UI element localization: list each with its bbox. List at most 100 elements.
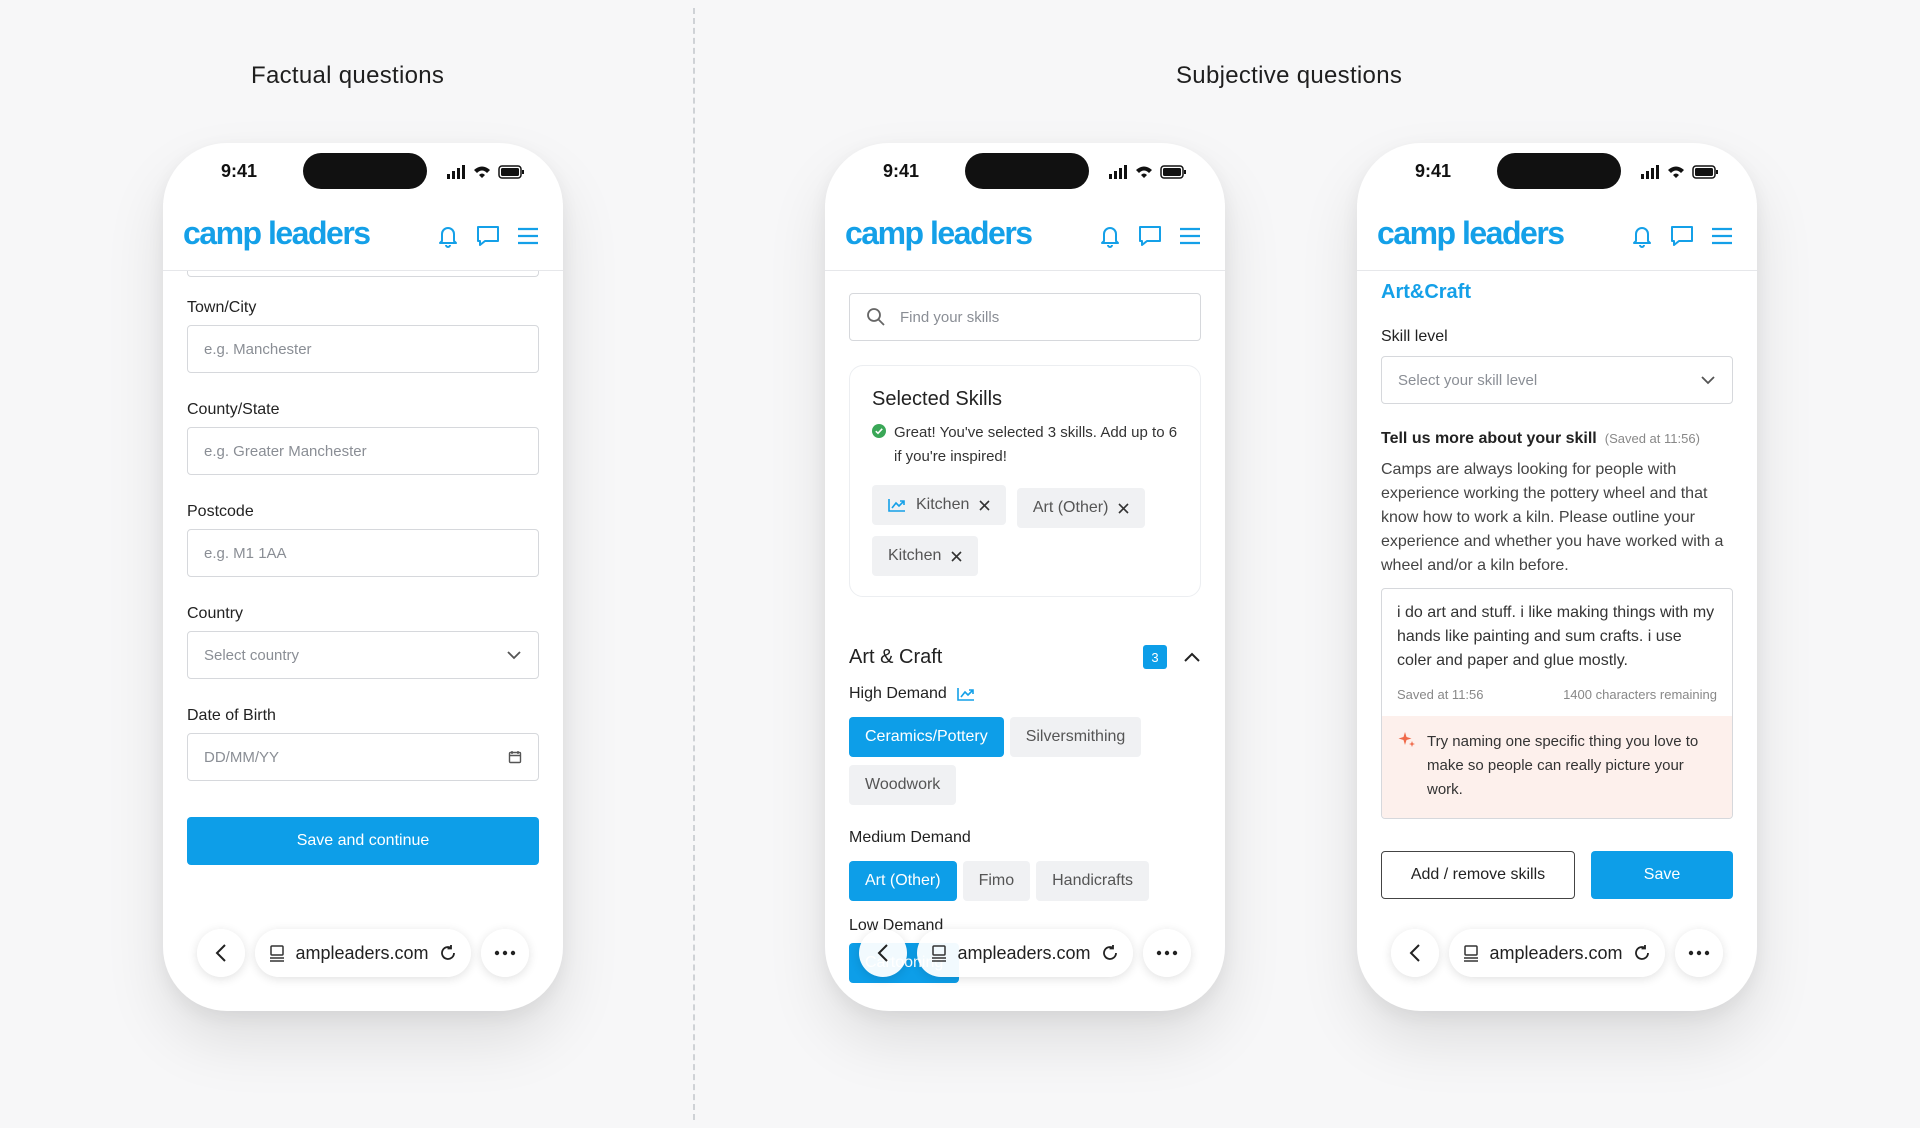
close-icon[interactable] xyxy=(951,550,962,562)
close-icon[interactable] xyxy=(1118,502,1129,514)
skill-prompt: Camps are always looking for people with… xyxy=(1381,461,1724,574)
county-input[interactable]: e.g. Greater Manchester xyxy=(187,427,539,475)
postcode-label: Postcode xyxy=(187,503,254,520)
menu-icon[interactable] xyxy=(515,223,541,249)
url-bar[interactable]: ampleaders.com xyxy=(917,929,1133,977)
dob-label: Date of Birth xyxy=(187,707,276,724)
category-title: Art & Craft xyxy=(849,645,943,668)
chat-icon[interactable] xyxy=(1669,223,1695,249)
saved-at-text: Saved at 11:56 xyxy=(1397,687,1484,702)
browser-toolbar: ampleaders.com xyxy=(197,929,529,977)
more-button[interactable] xyxy=(1143,929,1191,977)
more-icon xyxy=(1688,950,1710,956)
menu-icon[interactable] xyxy=(1177,223,1203,249)
high-demand-label: High Demand xyxy=(849,685,947,702)
chevron-left-icon xyxy=(215,944,226,962)
camp-leaders-logo[interactable]: camp leaders xyxy=(183,215,371,252)
trend-icon xyxy=(888,499,905,512)
url-text: ampleaders.com xyxy=(1489,942,1623,963)
status-bar: 9:41 xyxy=(825,143,1225,203)
search-icon xyxy=(867,308,885,326)
more-icon xyxy=(1156,950,1178,956)
status-time: 9:41 xyxy=(1415,161,1452,181)
phone-skill-detail: 9:41 camp leaders Art&Craft Skill level … xyxy=(1357,143,1757,1011)
skill-chip-woodwork[interactable]: Woodwork xyxy=(849,765,957,805)
save-continue-button[interactable]: Save and continue xyxy=(187,817,539,865)
selected-skills-title: Selected Skills xyxy=(872,388,1003,410)
page-icon xyxy=(932,945,947,962)
previous-field-edge xyxy=(187,271,539,277)
url-text: ampleaders.com xyxy=(957,942,1091,963)
status-time: 9:41 xyxy=(221,161,258,181)
selected-chip[interactable]: Kitchen xyxy=(872,485,1007,525)
bell-icon[interactable] xyxy=(1097,223,1123,249)
country-label: Country xyxy=(187,605,244,622)
status-icons xyxy=(1109,165,1186,179)
back-button[interactable] xyxy=(1391,929,1439,977)
skill-chip-handicrafts[interactable]: Handicrafts xyxy=(1036,861,1150,901)
tip-text: Try naming one specific thing you love t… xyxy=(1427,733,1699,798)
calendar-icon[interactable] xyxy=(508,750,522,764)
browser-toolbar: ampleaders.com xyxy=(859,929,1191,977)
phone-factual: 9:41 camp leaders Town/City e.g. Manches… xyxy=(163,143,563,1011)
skill-chip-silversmithing[interactable]: Silversmithing xyxy=(1009,717,1142,757)
back-button[interactable] xyxy=(859,929,907,977)
dynamic-island xyxy=(303,153,427,189)
skill-chip-ceramics[interactable]: Ceramics/Pottery xyxy=(849,717,1004,757)
chevron-left-icon xyxy=(1409,944,1420,962)
skills-content: Find your skills Selected Skills Great! … xyxy=(825,271,1225,1011)
answer-box: i do art and stuff. i like making things… xyxy=(1381,588,1733,819)
bell-icon[interactable] xyxy=(1629,223,1655,249)
country-select[interactable]: Select country xyxy=(187,631,539,679)
reload-icon[interactable] xyxy=(1633,944,1651,962)
dob-input[interactable]: DD/MM/YY xyxy=(187,733,539,781)
save-button[interactable]: Save xyxy=(1591,851,1733,899)
status-bar: 9:41 xyxy=(1357,143,1757,203)
county-label: County/State xyxy=(187,401,280,418)
skill-detail-content: Art&Craft Skill level Select your skill … xyxy=(1357,271,1757,1011)
skill-level-select[interactable]: Select your skill level xyxy=(1381,356,1733,404)
close-icon[interactable] xyxy=(979,499,990,511)
category-count-badge: 3 xyxy=(1143,645,1167,669)
postcode-input[interactable]: e.g. M1 1AA xyxy=(187,529,539,577)
reload-icon[interactable] xyxy=(439,944,457,962)
skill-level-label: Skill level xyxy=(1381,328,1448,345)
skill-chip-art-other[interactable]: Art (Other) xyxy=(849,861,957,901)
skills-search-input[interactable]: Find your skills xyxy=(849,293,1201,341)
url-bar[interactable]: ampleaders.com xyxy=(1449,929,1665,977)
section-title-factual: Factual questions xyxy=(251,62,445,89)
selected-skills-card: Selected Skills Great! You've selected 3… xyxy=(849,365,1201,597)
more-button[interactable] xyxy=(481,929,529,977)
menu-icon[interactable] xyxy=(1709,223,1735,249)
chat-icon[interactable] xyxy=(475,223,501,249)
chat-icon[interactable] xyxy=(1137,223,1163,249)
camp-leaders-logo[interactable]: camp leaders xyxy=(1377,215,1565,252)
bell-icon[interactable] xyxy=(435,223,461,249)
add-remove-skills-button[interactable]: Add / remove skills xyxy=(1381,851,1575,899)
answer-textarea[interactable]: i do art and stuff. i like making things… xyxy=(1382,589,1732,673)
camp-leaders-logo[interactable]: camp leaders xyxy=(845,215,1033,252)
selected-skills-message: Great! You've selected 3 skills. Add up … xyxy=(894,424,1178,465)
skill-chip-fimo[interactable]: Fimo xyxy=(962,861,1031,901)
more-icon xyxy=(494,950,516,956)
back-button[interactable] xyxy=(197,929,245,977)
page-icon xyxy=(270,945,285,962)
app-header: camp leaders xyxy=(825,203,1225,271)
url-bar[interactable]: ampleaders.com xyxy=(255,929,471,977)
url-text: ampleaders.com xyxy=(295,942,429,963)
ai-tip: Try naming one specific thing you love t… xyxy=(1382,716,1732,818)
status-icons xyxy=(447,165,524,179)
medium-demand-chips: Art (Other) Fimo Handicrafts xyxy=(849,861,1201,909)
selected-chip[interactable]: Kitchen xyxy=(872,536,979,576)
category-header[interactable]: Art & Craft 3 xyxy=(849,645,1201,669)
medium-demand-label: Medium Demand xyxy=(849,829,971,846)
form-content: Town/City e.g. Manchester County/State e… xyxy=(163,271,563,1011)
reload-icon[interactable] xyxy=(1101,944,1119,962)
phone-skills: 9:41 camp leaders Find your skills Selec… xyxy=(825,143,1225,1011)
town-input[interactable]: e.g. Manchester xyxy=(187,325,539,373)
more-button[interactable] xyxy=(1675,929,1723,977)
chevron-left-icon xyxy=(877,944,888,962)
selected-chip[interactable]: Art (Other) xyxy=(1016,488,1146,528)
trend-icon xyxy=(957,688,974,701)
chevron-up-icon[interactable] xyxy=(1183,651,1201,663)
